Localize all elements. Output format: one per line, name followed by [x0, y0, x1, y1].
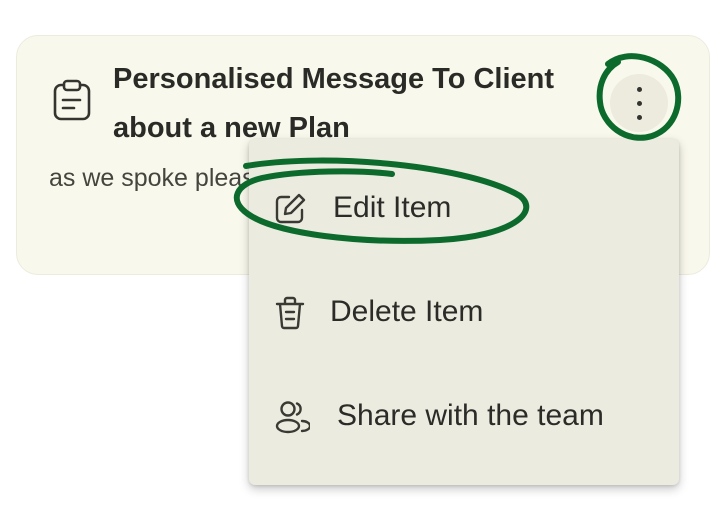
menu-item-edit-label: Edit Item — [333, 191, 452, 224]
more-vertical-icon-dot-top — [637, 87, 642, 92]
menu-item-delete-label: Delete Item — [330, 295, 484, 328]
trash-icon — [275, 296, 305, 330]
menu-item-edit[interactable]: Edit Item — [249, 157, 679, 261]
more-vertical-icon-dot-bottom — [637, 115, 642, 120]
more-vertical-icon-dot-middle — [637, 101, 642, 106]
stage: Personalised Message To Client about a n… — [0, 0, 724, 510]
context-menu: Edit Item Delete Item Share with the tea… — [249, 139, 679, 485]
users-icon — [275, 401, 310, 434]
more-options-button[interactable] — [610, 74, 668, 132]
pencil-edit-icon — [275, 193, 306, 224]
menu-item-delete[interactable]: Delete Item — [249, 261, 679, 365]
clipboard-icon — [53, 79, 91, 121]
menu-item-share-label: Share with the team — [337, 399, 604, 432]
menu-item-share[interactable]: Share with the team — [249, 365, 679, 469]
